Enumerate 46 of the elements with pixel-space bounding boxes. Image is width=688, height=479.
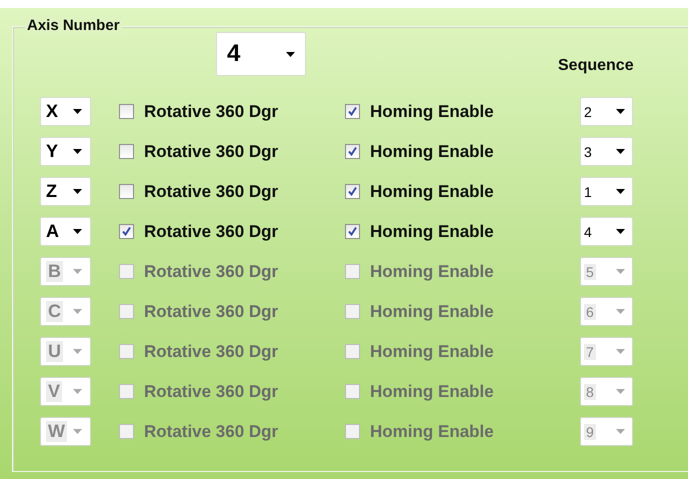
checkbox[interactable] bbox=[119, 224, 134, 239]
checkbox-label[interactable]: Rotative 360 Dgr bbox=[144, 102, 278, 122]
caret-icon bbox=[73, 109, 82, 114]
group-title: Axis Number bbox=[25, 17, 122, 35]
checkbox[interactable] bbox=[345, 144, 360, 159]
caret-icon bbox=[73, 349, 82, 354]
sequence-dropdown[interactable]: 2 bbox=[580, 97, 633, 126]
axis-dropdown[interactable]: Z bbox=[40, 177, 91, 206]
axis-number-dropdown[interactable]: 4 bbox=[216, 32, 306, 76]
caret-icon bbox=[616, 189, 625, 194]
caret-icon bbox=[616, 149, 625, 154]
caret-icon bbox=[616, 389, 625, 394]
caret-icon bbox=[616, 349, 625, 354]
checkbox-label[interactable]: Rotative 360 Dgr bbox=[144, 142, 278, 162]
checkbox[interactable] bbox=[119, 104, 134, 119]
sequence-dropdown[interactable]: 1 bbox=[580, 177, 633, 206]
caret-icon bbox=[73, 389, 82, 394]
caret-icon bbox=[73, 189, 82, 194]
caret-icon bbox=[73, 269, 82, 274]
sequence-heading: Sequence bbox=[558, 57, 634, 75]
caret-icon bbox=[616, 229, 625, 234]
checkbox-label[interactable]: Rotative 360 Dgr bbox=[144, 222, 278, 242]
caret-icon bbox=[73, 229, 82, 234]
caret-icon bbox=[616, 269, 625, 274]
sequence-dropdown[interactable]: 3 bbox=[580, 137, 633, 166]
checkbox[interactable] bbox=[119, 144, 134, 159]
checkbox-label[interactable]: Homing Enable bbox=[370, 102, 494, 122]
caret-icon bbox=[616, 309, 625, 314]
checkbox-label[interactable]: Homing Enable bbox=[370, 222, 494, 242]
checkbox[interactable] bbox=[345, 224, 360, 239]
caret-icon bbox=[73, 149, 82, 154]
caret-icon bbox=[616, 109, 625, 114]
caret-icon bbox=[73, 429, 82, 434]
axis-dropdown[interactable]: Y bbox=[40, 137, 91, 166]
checkbox-label[interactable]: Rotative 360 Dgr bbox=[144, 182, 278, 202]
caret-icon bbox=[286, 52, 295, 56]
caret-icon bbox=[73, 309, 82, 314]
checkbox-label[interactable]: Homing Enable bbox=[370, 182, 494, 202]
axis-dropdown[interactable]: A bbox=[40, 217, 91, 246]
sequence-dropdown[interactable]: 4 bbox=[580, 217, 633, 246]
checkbox[interactable] bbox=[345, 104, 360, 119]
checkbox[interactable] bbox=[345, 184, 360, 199]
caret-icon bbox=[616, 429, 625, 434]
checkbox-label[interactable]: Homing Enable bbox=[370, 142, 494, 162]
checkbox[interactable] bbox=[119, 184, 134, 199]
axis-dropdown[interactable]: X bbox=[40, 97, 91, 126]
